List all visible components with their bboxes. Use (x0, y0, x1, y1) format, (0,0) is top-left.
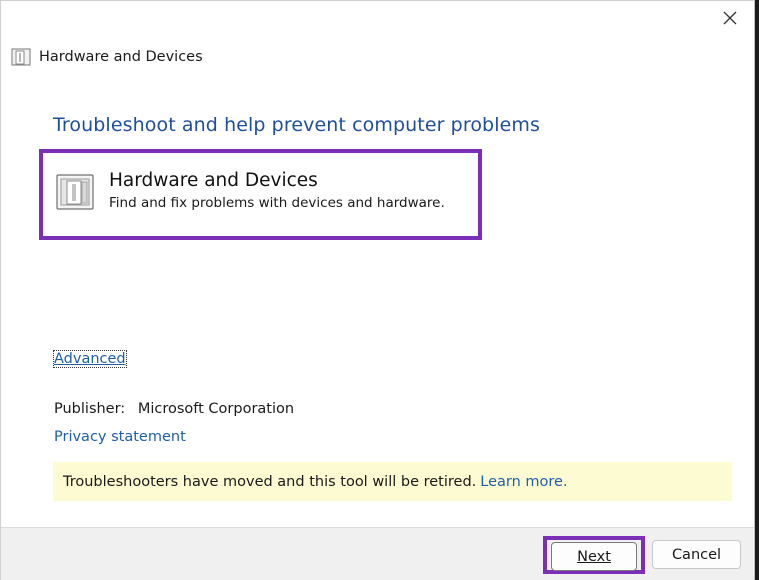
window-title: Hardware and Devices (39, 49, 203, 65)
title-bar: Hardware and Devices (11, 45, 203, 69)
page-heading: Troubleshoot and help prevent computer p… (53, 114, 540, 136)
task-hardware-and-devices[interactable]: Hardware and Devices Find and fix proble… (39, 149, 482, 240)
task-title: Hardware and Devices (109, 170, 318, 191)
hardware-device-icon (11, 48, 31, 66)
advanced-link[interactable]: Advanced (53, 350, 127, 368)
next-button[interactable]: Next (551, 542, 637, 571)
retirement-notice: Troubleshooters have moved and this tool… (53, 462, 732, 501)
close-button[interactable] (714, 5, 746, 31)
next-button-highlight: Next (543, 536, 645, 574)
close-icon (723, 11, 737, 25)
notice-text: Troubleshooters have moved and this tool… (63, 473, 477, 490)
task-text: Hardware and Devices Find and fix proble… (109, 169, 445, 213)
publisher-value: Microsoft Corporation (137, 401, 295, 417)
cancel-button[interactable]: Cancel (652, 540, 741, 569)
hardware-device-icon (56, 174, 94, 210)
next-button-label: Next (577, 548, 611, 565)
learn-more-link[interactable]: Learn more. (480, 474, 567, 490)
publisher-info: Publisher: Microsoft Corporation (54, 401, 294, 417)
troubleshooter-window: Hardware and Devices Troubleshoot and he… (0, 0, 755, 580)
publisher-label: Publisher: (54, 401, 126, 417)
privacy-statement-link[interactable]: Privacy statement (54, 429, 186, 445)
task-description: Find and fix problems with devices and h… (109, 195, 445, 211)
